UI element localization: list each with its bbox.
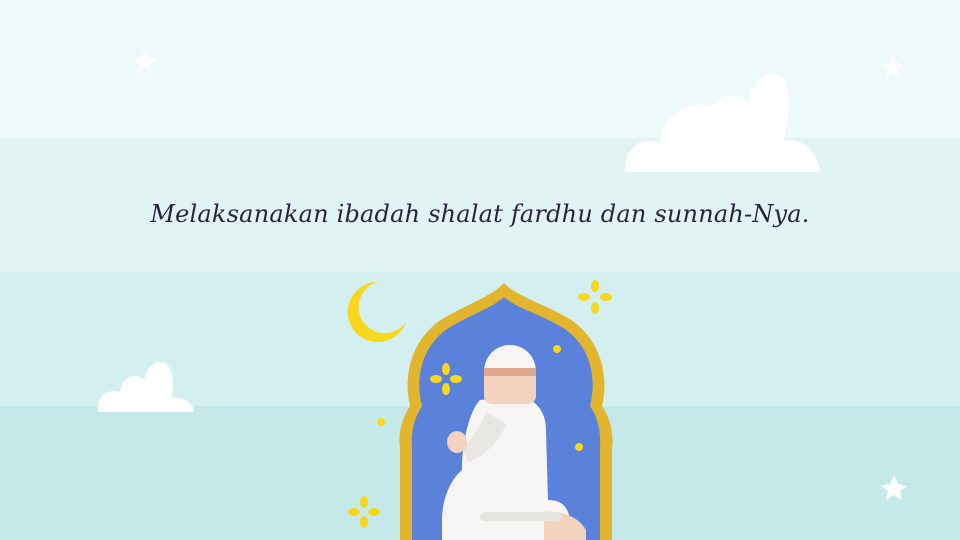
sparkle-icon	[578, 280, 612, 314]
cloud-icon	[97, 361, 194, 412]
cloud-icon	[625, 73, 820, 172]
star-icon	[881, 55, 905, 78]
slide: Melaksanakan ibadah shalat fardhu dan su…	[0, 0, 960, 540]
star-icon	[881, 475, 907, 500]
decoration-layer	[97, 50, 907, 540]
crescent-moon-icon	[347, 281, 406, 342]
star-icon	[133, 50, 157, 73]
sparkle-icon	[348, 496, 380, 528]
slide-caption: Melaksanakan ibadah shalat fardhu dan su…	[150, 200, 810, 228]
